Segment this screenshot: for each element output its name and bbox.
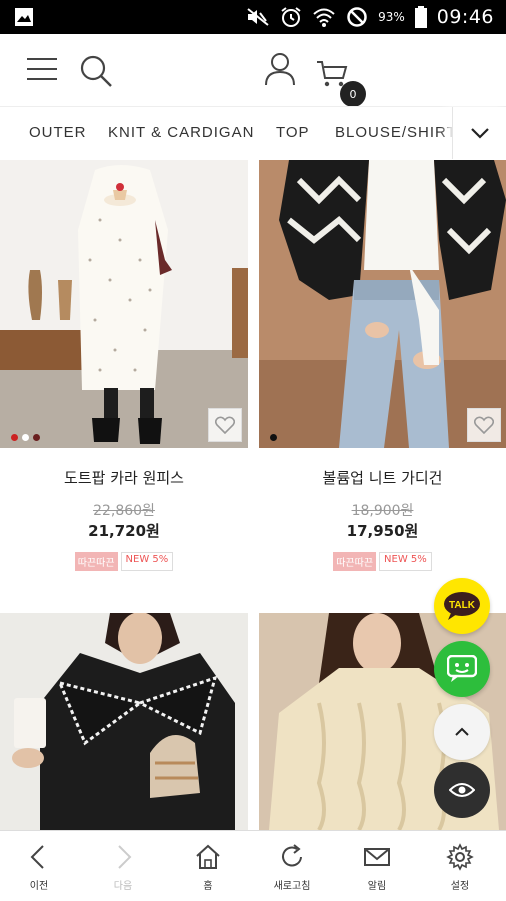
alarm-icon [281, 7, 301, 27]
category-blouse-shirt[interactable]: BLOUSE/SHIRT [335, 124, 457, 141]
nav-settings[interactable]: 설정 [418, 831, 502, 901]
eye-icon [449, 783, 475, 797]
category-outer[interactable]: OUTER [29, 124, 87, 141]
app-header: 0 [0, 34, 506, 107]
forward-arrow-icon [118, 845, 132, 869]
product-image[interactable] [0, 160, 248, 448]
nav-refresh[interactable]: 새로고침 [250, 831, 334, 901]
product-name[interactable]: 도트팝 카라 원피스 [0, 467, 248, 488]
refresh-icon [282, 844, 302, 867]
category-top[interactable]: TOP [276, 124, 310, 141]
original-price: 18,900원 [351, 503, 414, 519]
nav-notifications[interactable]: 알림 [335, 831, 419, 901]
product-image[interactable] [259, 160, 506, 448]
category-more-button[interactable] [452, 107, 506, 159]
wishlist-button[interactable] [467, 408, 501, 442]
original-price: 22,860원 [93, 503, 155, 519]
nav-forward-label: 다음 [113, 881, 133, 892]
clock: 09:46 [436, 6, 494, 28]
status-bar: 93% 09:46 [0, 0, 506, 34]
wishlist-button[interactable] [208, 408, 242, 442]
back-arrow-icon [30, 845, 44, 869]
product-card[interactable]: 도트팝 카라 원피스 22,860원 21,720원 따끈따끈 NEW 5% [0, 160, 248, 600]
product-name[interactable]: 볼륨업 니트 가디건 [259, 467, 506, 488]
category-bar: OUTER KNIT & CARDIGAN TOP BLOUSE/SHIRT [0, 106, 506, 159]
bottom-nav: 이전 다음 홈 새로고침 알림 설정 [0, 830, 506, 900]
nav-back-label: 이전 [29, 881, 49, 892]
nav-home[interactable]: 홈 [166, 831, 250, 901]
mail-icon [364, 848, 390, 866]
scroll-top-button[interactable] [434, 704, 490, 760]
kakao-talk-button[interactable]: TALK [434, 578, 490, 634]
recently-viewed-button[interactable] [434, 762, 490, 818]
image-pager-dots [270, 434, 277, 441]
hot-badge: 따끈따끈 [333, 552, 377, 571]
nav-forward[interactable]: 다음 [81, 831, 165, 901]
product-card[interactable] [0, 613, 248, 830]
nav-back[interactable]: 이전 [0, 831, 81, 901]
talk-bubble-icon: TALK [444, 592, 480, 620]
chat-button[interactable] [434, 641, 490, 697]
search-icon[interactable] [79, 54, 113, 88]
chat-icon [447, 655, 477, 682]
nav-home-label: 홈 [203, 881, 213, 892]
battery-icon [414, 6, 427, 28]
gear-icon [446, 843, 474, 871]
product-card[interactable]: 볼륨업 니트 가디건 18,900원 17,950원 따끈따끈 NEW 5% [259, 160, 506, 600]
new-discount-badge: NEW 5% [379, 552, 432, 571]
user-icon[interactable] [264, 52, 296, 86]
heart-icon [215, 416, 235, 434]
menu-icon[interactable] [26, 56, 58, 82]
chevron-up-icon [455, 727, 469, 736]
wifi-icon [313, 8, 335, 27]
nav-notifications-label: 알림 [367, 881, 387, 892]
talk-label: TALK [449, 600, 476, 611]
new-discount-badge: NEW 5% [120, 552, 174, 571]
do-not-disturb-icon [347, 7, 367, 27]
image-pager-dots [11, 434, 40, 441]
category-knit-cardigan[interactable]: KNIT & CARDIGAN [108, 124, 254, 141]
battery-percent: 93% [378, 10, 405, 24]
home-icon [196, 844, 220, 869]
gallery-icon [15, 8, 33, 26]
chevron-down-icon [470, 128, 489, 139]
heart-icon [474, 416, 494, 434]
nav-refresh-label: 새로고침 [273, 881, 311, 892]
sale-price: 21,720원 [88, 522, 160, 540]
sale-price: 17,950원 [346, 522, 419, 540]
hot-badge: 따끈따끈 [74, 552, 118, 571]
mute-icon [247, 8, 269, 26]
cart-count-badge: 0 [340, 81, 366, 107]
product-image[interactable] [0, 613, 248, 830]
nav-settings-label: 설정 [450, 881, 470, 892]
